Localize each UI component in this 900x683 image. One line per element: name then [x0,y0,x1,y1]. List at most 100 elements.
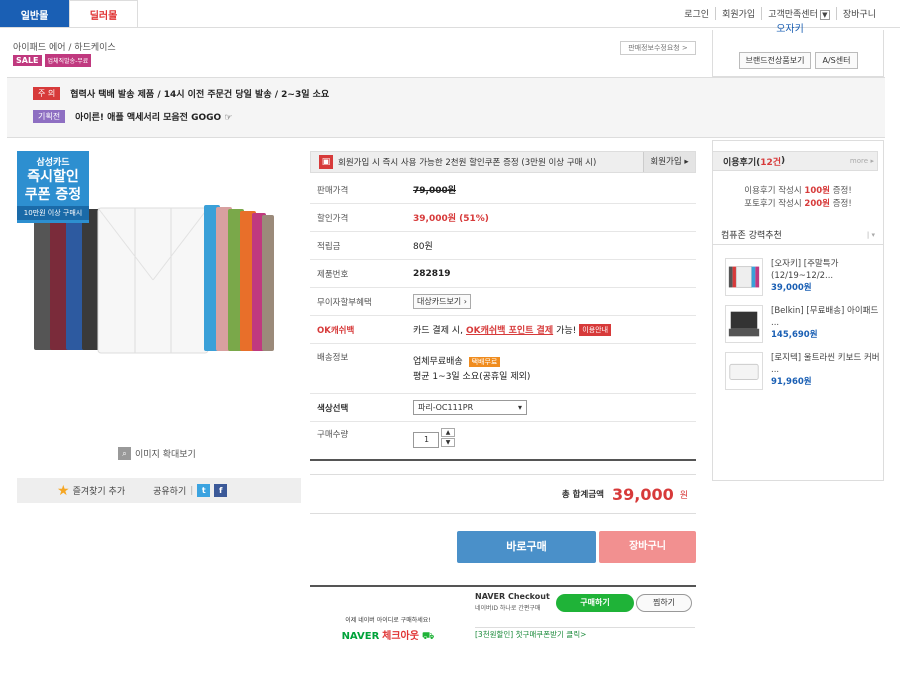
sale-badge: SALE [13,55,42,66]
ok-text1: 카드 결제 시, [413,326,463,336]
product-thumbnail[interactable] [725,352,763,390]
row-quantity: 구매수량 1 ▲ ▼ [310,422,696,460]
recommend-item-text: [Belkin] [무료배송] 아이패드 ... 145,690원 [771,305,880,345]
notice-panel: 주 의 협력사 택배 발송 제품 / 14시 이전 주문건 당일 발송 / 2~… [7,77,885,138]
product-no-label: 제품번호 [317,269,349,280]
naver-buy-button[interactable]: 구매하기 [556,594,634,612]
eligible-cards-button[interactable]: 대상카드보기 › [413,294,471,309]
naver-promo: 이제 네이버 아이디로 구매하세요! NAVER 체크아웃 ⛟ [338,615,438,644]
naver-promo-text: 이제 네이버 아이디로 구매하세요! [345,617,431,624]
join-link[interactable]: 회원가입 [715,7,761,20]
review-header[interactable]: 이용후기( 12건 ) more ▸ [712,151,878,171]
recommend-item-name[interactable]: [Belkin] [무료배송] 아이패드 ... [771,306,878,328]
recommend-item[interactable]: [Belkin] [무료배송] 아이패드 ... 145,690원 [725,305,880,345]
cart-icon: ⛟ [421,631,435,642]
brand-title[interactable]: 오자키 [720,20,860,35]
more-label: more [849,157,869,165]
info-edit-request-button[interactable]: 판매정보수정요청 > [620,41,696,55]
caution-badge: 주 의 [33,87,61,100]
more-link[interactable]: more ▸ [850,157,874,165]
recommend-item[interactable]: [로지텍] 울트라씬 키보드 커버 ... 91,960원 [725,352,880,392]
recommend-item-name[interactable]: [로지텍] 울트라씬 키보드 커버 ... [771,353,880,375]
recommend-item-text: [오자키] [주말특가 (12/19~12/2... 39,000원 [771,258,880,298]
facebook-icon[interactable]: f [214,484,228,497]
event-text[interactable]: 아이른! 애플 액세서리 모음전 GOGO ☞ [75,110,232,123]
naver-checkout-title: NAVER Checkout [475,592,550,601]
row-points: 적립금 80원 [310,232,696,260]
detail-divider [310,459,696,461]
samsung-card-promo[interactable]: 삼성카드 즉시할인 쿠폰 증정 10만원 이상 구매시 [17,151,89,223]
tab-general-mall[interactable]: 일반몰 [0,0,69,28]
total-amount: 총 합계금액 39,000 원 [310,474,696,514]
login-link[interactable]: 로그인 [678,7,715,20]
review-reward-line1: 이용후기 작성시 100원 증정! [712,184,884,196]
discount-price-label: 할인가격 [317,213,349,224]
product-thumbnail[interactable] [725,258,763,296]
promo-line1: 즉시할인 [27,169,79,185]
color-label: 색상선택 [317,403,349,414]
checkout-logo: 체크아웃 [382,631,419,642]
recommend-item-text: [로지텍] 울트라씬 키보드 커버 ... 91,960원 [771,352,880,392]
buy-now-button[interactable]: 바로구매 [457,531,596,563]
color-select[interactable]: 파리-OC111PR ▾ [413,400,527,415]
installment-label: 무이자할부혜택 [317,297,372,308]
brand-products-button[interactable]: 브랜드전상품보기 [739,52,811,69]
quantity-stepper: ▲ ▼ [441,428,455,447]
naver-logo: NAVER [341,631,380,642]
customer-center-link[interactable]: 고객만족센터 ▼ [761,7,836,20]
chevron-down-icon[interactable]: ▼ [819,10,830,20]
tab-dealer-mall[interactable]: 딜러몰 [69,0,138,28]
row-product-no: 제품번호 282819 [310,260,696,288]
product-detail-table: 판매가격 79,000원 할인가격 39,000원 (51%) 적립금 80원 … [310,176,696,460]
review-count: 12건 [760,157,782,168]
naver-coupon-link[interactable]: [3천원할인] 첫구매쿠폰받기 클릭> [475,629,586,640]
sale-badges: SALE 업체직발송-무료 [13,54,92,67]
naver-divider [475,627,695,628]
zoom-label: 이미지 확대보기 [135,450,196,460]
review-title-b: ) [781,156,786,166]
points-value: 80원 [413,242,433,252]
quantity-down-icon[interactable]: ▼ [441,438,455,447]
row-color: 색상선택 파리-OC111PR ▾ [310,394,696,422]
cart-link[interactable]: 장바구니 [835,7,882,20]
event-badge: 기획전 [33,110,66,123]
row-shipping: 배송정보 업체무료배송 택배무료 평균 1~3일 소요(공휴일 제외) [310,344,696,394]
free-shipping-tag: 택배무료 [468,357,501,367]
product-thumbnail[interactable] [725,305,763,343]
recommend-toggle-icon[interactable]: | ▾ [867,231,875,239]
coupon-bar: ▣ 회원가입 시 즉시 사용 가능한 2천원 할인쿠폰 증정 (3만원 이상 구… [310,151,696,173]
magnifier-icon: ⌕ [118,447,131,460]
shipping-badge: 업체직발송-무료 [44,54,92,67]
zoom-link[interactable]: ⌕ 이미지 확대보기 [118,447,196,460]
recommend-item-name[interactable]: [오자키] [주말특가 (12/19~12/2... [771,259,838,281]
row-discount-price: 할인가격 39,000원 (51%) [310,204,696,232]
as-center-button[interactable]: A/S센터 [815,52,858,69]
utility-nav: 로그인 회원가입 고객만족센터 ▼ 장바구니 [678,7,882,20]
recommend-item-price: 91,960원 [771,377,812,387]
points-label: 적립금 [317,241,341,252]
quantity-up-icon[interactable]: ▲ [441,428,455,437]
total-unit: 원 [679,490,688,501]
notice-row-caution: 주 의 협력사 택배 발송 제품 / 14시 이전 주문건 당일 발송 / 2~… [33,87,329,100]
recommend-item[interactable]: [오자키] [주말특가 (12/19~12/2... 39,000원 [725,258,880,298]
recommend-item-price: 39,000원 [771,283,812,293]
product-no-value: 282819 [413,268,451,279]
signup-button[interactable]: 회원가입 ▸ [643,152,695,172]
quantity-input[interactable]: 1 [413,432,439,448]
eligible-cards-label: 대상카드보기 [417,297,462,306]
gift-icon: ▣ [319,155,333,169]
naver-zzim-button[interactable]: 찜하기 [636,594,692,612]
star-icon[interactable]: ★ [57,483,70,499]
caution-text: 협력사 택배 발송 제품 / 14시 이전 주문건 당일 발송 / 2~3일 소… [70,90,330,100]
notice-row-event[interactable]: 기획전 아이른! 애플 액세서리 모음전 GOGO ☞ [33,110,232,123]
twitter-icon[interactable]: t [197,484,211,497]
photo-reward-a: 포토후기 작성시 [744,199,802,209]
add-to-cart-button[interactable]: 장바구니 [599,531,696,563]
promo-line2: 쿠폰 증정 [24,187,82,203]
mall-tabs: 일반몰 딜러몰 [0,0,138,28]
customer-center-label: 고객만족센터 [768,10,818,20]
shipping-line2: 평균 1~3일 소요(공휴일 제외) [413,372,531,382]
favorite-link[interactable]: 즐겨찾기 추가 [73,484,126,497]
ok-guide-button[interactable]: 이용안내 [579,323,612,336]
total-label: 총 합계금액 [561,490,604,500]
